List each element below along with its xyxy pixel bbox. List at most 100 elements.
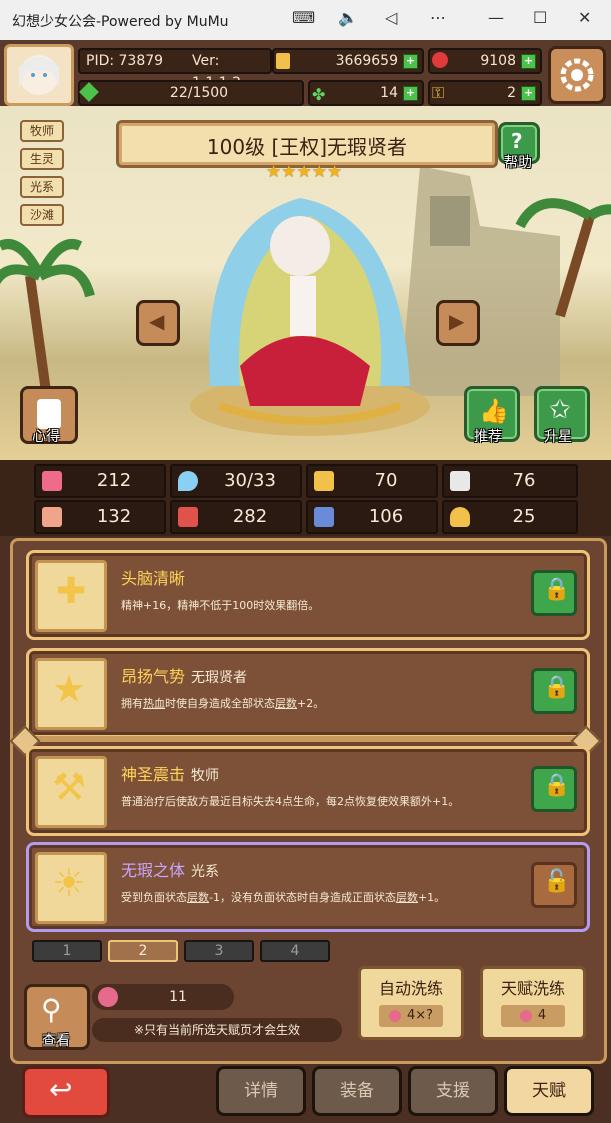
gem-counter[interactable]: 9108 +	[428, 48, 542, 74]
tag-terrain: 沙滩	[20, 204, 64, 226]
talent-page-tab-2[interactable]: 2	[108, 940, 178, 962]
clover-add-icon[interactable]: +	[403, 86, 418, 101]
talent-name: 神圣震击	[121, 765, 186, 784]
more-icon[interactable]: ⋯	[430, 8, 446, 27]
talent-icon-hammer: ⚒	[35, 756, 107, 828]
close-icon[interactable]: ✕	[578, 8, 591, 27]
heart-icon	[42, 471, 62, 491]
talent-desc: 受到负面状态层数-1，没有负面状态时自身造成正面状态层数+1。	[121, 889, 445, 905]
peach-icon	[519, 1009, 532, 1022]
talent-icon-cross: ✚	[35, 560, 107, 632]
talent-source: 无瑕贤者	[191, 670, 248, 686]
auto-wash-cost: 4×?	[379, 1005, 443, 1027]
minimize-icon[interactable]: —	[488, 8, 504, 27]
back-button[interactable]: ↩	[22, 1066, 110, 1118]
maximize-icon[interactable]: ☐	[533, 8, 547, 27]
keyword-link[interactable]: 层数	[275, 697, 297, 710]
talent-desc-part: 受到负面状态	[121, 891, 187, 904]
nav-details[interactable]: 详情	[216, 1066, 306, 1116]
keyword-link[interactable]: 层数	[187, 891, 209, 904]
peach-icon	[98, 987, 118, 1007]
stairs-icon	[314, 507, 334, 527]
exp-gem-icon	[79, 82, 99, 102]
stat-hp-value: 212	[96, 470, 132, 491]
lock-button[interactable]: 🔒	[531, 570, 577, 616]
mana-drop-icon	[178, 471, 198, 491]
gear-icon	[560, 58, 594, 92]
talent-card-1[interactable]: ✚ 头脑清晰 精神+16，精神不低于100时效果翻倍。 🔒	[26, 550, 590, 640]
arrow-left-icon: ◀	[149, 309, 165, 333]
gold-add-icon[interactable]: +	[403, 54, 418, 69]
avatar[interactable]	[4, 44, 74, 106]
window-title: 幻想少女公会-Powered by MuMu	[12, 14, 229, 30]
talent-name: 昂扬气势	[121, 667, 186, 686]
next-hero-button[interactable]: ▶	[436, 300, 480, 346]
fist-icon	[42, 507, 62, 527]
keyboard-icon[interactable]: ⌨	[292, 8, 315, 27]
nav-support[interactable]: 支援	[408, 1066, 498, 1116]
key-icon: ⚿	[432, 83, 445, 102]
talent-title: 神圣震击 牧师	[121, 761, 219, 785]
talent-card-2[interactable]: ★ 昂扬气势 无瑕贤者 拥有热血时使自身造成全部状态层数+2。 🔒	[26, 648, 590, 738]
stat-agility-value: 76	[512, 470, 536, 491]
gem-add-icon[interactable]: +	[521, 54, 536, 69]
key-add-icon[interactable]: +	[521, 86, 536, 101]
recommend-label: 推荐	[474, 429, 502, 445]
talent-card-4[interactable]: ☀ 无瑕之体 光系 受到负面状态层数-1，没有负面状态时自身造成正面状态层数+1。…	[26, 842, 590, 932]
arrow-right-icon: ▶	[449, 309, 465, 333]
talent-desc-part: -1，没有负面状态时自身造成正面状态	[209, 891, 396, 904]
lock-button[interactable]: 🔒	[531, 766, 577, 812]
keyword-link[interactable]: 热血	[143, 697, 165, 710]
tag-class: 牧师	[20, 120, 64, 142]
stat-luck-value: 25	[512, 506, 536, 527]
stat-climb: 106	[306, 500, 438, 534]
insight-label: 心得	[32, 429, 60, 445]
gold-counter[interactable]: 3669659 +	[272, 48, 424, 74]
hammer-icon: ⚒	[52, 765, 87, 809]
talent-page-tab-1[interactable]: 1	[32, 940, 102, 962]
talent-page-tab-3[interactable]: 3	[184, 940, 254, 962]
talent-title: 无瑕之体 光系	[121, 857, 219, 881]
talent-icon-sun: ☀	[35, 852, 107, 924]
talent-wash-button[interactable]: 天赋洗练 4	[480, 966, 586, 1040]
talent-card-3[interactable]: ⚒ 神圣震击 牧师 普通治疗后使敌方最近目标失去4点生命，每2点恢复使效果额外+1…	[26, 746, 590, 836]
volume-icon[interactable]: 🔈	[338, 8, 358, 27]
keyword-link[interactable]: 层数	[396, 891, 418, 904]
ruby-icon	[432, 52, 448, 68]
hero-scene: 牧师 生灵 光系 沙滩 100级 [王权]无瑕贤者 ★★★★★ ? 帮助 ◀ ▶…	[0, 106, 611, 460]
prev-hero-button[interactable]: ◀	[136, 300, 180, 346]
magnifier-icon: ⚲	[41, 993, 62, 1026]
talent-desc: 精神+16，精神不低于100时效果翻倍。	[121, 599, 320, 612]
talent-page-tab-4[interactable]: 4	[260, 940, 330, 962]
nav-equipment[interactable]: 装备	[312, 1066, 402, 1116]
exp-value: 22/1500	[169, 85, 229, 101]
talent-desc-part: 时使自身造成全部状态	[165, 697, 275, 710]
fruit-counter: 11	[92, 984, 234, 1010]
clover-counter[interactable]: ✤ 14 +	[308, 80, 424, 106]
lock-button[interactable]: 🔒	[531, 668, 577, 714]
hero-title-plate: 100级 [王权]无瑕贤者	[116, 120, 498, 168]
stat-agility: 76	[442, 464, 578, 498]
stat-spirit-value: 282	[232, 506, 268, 527]
pid-label: PID: 73879	[86, 53, 164, 69]
help-label: 帮助	[504, 155, 532, 171]
unlock-button[interactable]: 🔓	[531, 862, 577, 908]
lock-icon: 🔒	[543, 773, 571, 798]
auto-wash-button[interactable]: 自动洗练 4×?	[358, 966, 464, 1040]
settings-button[interactable]	[548, 46, 606, 104]
book-icon	[178, 507, 198, 527]
talent-name: 头脑清晰	[121, 569, 186, 588]
view-label: 查看	[42, 1033, 70, 1049]
lock-icon: 🔒	[543, 577, 571, 602]
back-icon[interactable]: ◁	[385, 8, 397, 27]
nav-talent[interactable]: 天赋	[504, 1066, 594, 1116]
unlock-icon: 🔓	[543, 869, 571, 894]
question-icon: ?	[511, 129, 523, 153]
stat-spirit: 282	[170, 500, 302, 534]
lock-icon: 🔒	[543, 675, 571, 700]
window-title-bar: 幻想少女公会-Powered by MuMu ⌨ 🔈 ◁ ⋯ — ☐ ✕	[0, 0, 611, 40]
key-counter[interactable]: ⚿ 2 +	[428, 80, 542, 106]
stat-luck: 25	[442, 500, 578, 534]
auto-wash-cost-value: 4×?	[406, 1008, 434, 1023]
fruit-count: 11	[169, 989, 187, 1005]
